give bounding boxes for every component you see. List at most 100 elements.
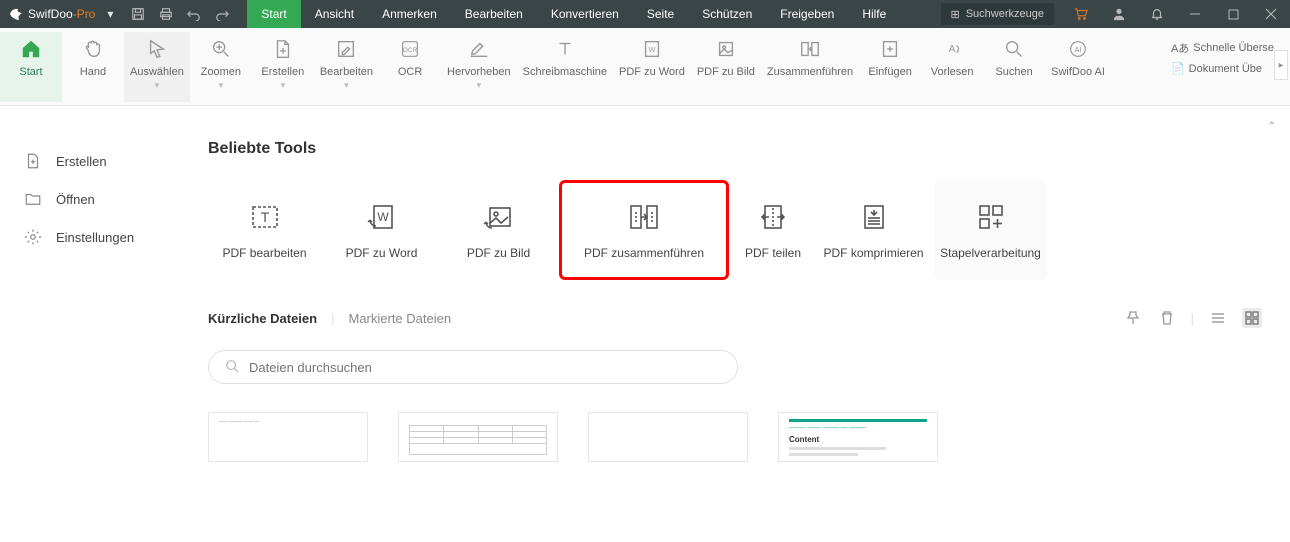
menu-konvertieren[interactable]: Konvertieren xyxy=(537,0,633,28)
tool-to-word[interactable]: W PDF zu Word xyxy=(325,180,438,280)
sidebar-create[interactable]: Erstellen xyxy=(0,142,200,180)
list-view-icon[interactable] xyxy=(1208,308,1228,328)
app-logo: SwifDoo-Pro xyxy=(8,6,95,22)
split-pages-icon xyxy=(756,200,790,234)
file-search[interactable] xyxy=(208,350,738,384)
ribbon-ai[interactable]: AI SwifDoo AI xyxy=(1045,32,1111,102)
action-separator: | xyxy=(1191,311,1194,326)
sidebar-label: Öffnen xyxy=(56,192,95,207)
hand-icon xyxy=(80,36,106,62)
ribbon-ocr[interactable]: OCR OCR xyxy=(379,32,441,102)
menu-start[interactable]: Start xyxy=(247,0,300,28)
file-thumb[interactable] xyxy=(398,412,558,462)
save-icon[interactable] xyxy=(125,0,151,28)
menubar: Start Ansicht Anmerken Bearbeiten Konver… xyxy=(247,0,900,28)
menu-freigeben[interactable]: Freigeben xyxy=(766,0,848,28)
tool-merge-pdf[interactable]: PDF zusammenführen xyxy=(559,180,729,280)
word-icon: W xyxy=(639,36,665,62)
file-plus-icon xyxy=(24,152,42,170)
tool-batch[interactable]: Stapelverarbeitung xyxy=(934,180,1047,280)
file-thumb[interactable] xyxy=(588,412,748,462)
ribbon-merge[interactable]: Zusammenführen xyxy=(761,32,859,102)
pin-icon[interactable] xyxy=(1123,308,1143,328)
sidebar-settings[interactable]: Einstellungen xyxy=(0,218,200,256)
ribbon-label: Start xyxy=(19,66,42,79)
file-thumb[interactable]: ––––– –––– ––––– –– ––––– Content xyxy=(778,412,938,462)
ribbon-scroll-right[interactable]: ▸ xyxy=(1274,50,1288,80)
menu-seite[interactable]: Seite xyxy=(633,0,688,28)
ribbon-collapse[interactable]: ⌃ xyxy=(1268,121,1276,132)
print-icon[interactable] xyxy=(153,0,179,28)
highlight-icon xyxy=(466,36,492,62)
gear-icon xyxy=(24,228,42,246)
doc-translate-button[interactable]: 📄Dokument Übe xyxy=(1165,60,1280,77)
to-image-icon xyxy=(482,200,516,234)
swifdoo-logo-icon xyxy=(8,6,24,22)
redo-icon[interactable] xyxy=(209,0,235,28)
search-tools[interactable]: ⊞ Suchwerkzeuge xyxy=(941,3,1055,25)
ribbon-typewriter[interactable]: Schreibmaschine xyxy=(517,32,613,102)
search-tools-label: Suchwerkzeuge xyxy=(966,8,1044,20)
quick-translate-button[interactable]: AあSchnelle Überse xyxy=(1165,38,1280,58)
ribbon-create[interactable]: Erstellen▾ xyxy=(252,32,314,102)
ribbon-label: SwifDoo AI xyxy=(1051,66,1105,79)
svg-text:T: T xyxy=(260,209,269,225)
ribbon-label: Auswählen xyxy=(130,66,184,79)
app-name: SwifDoo-Pro xyxy=(28,7,95,21)
ribbon-zoom[interactable]: Zoomen▾ xyxy=(190,32,252,102)
image-icon xyxy=(713,36,739,62)
ribbon-to-word[interactable]: W PDF zu Word xyxy=(613,32,691,102)
tool-label: PDF komprimieren xyxy=(823,246,923,260)
trash-icon[interactable] xyxy=(1157,308,1177,328)
tab-marked-files[interactable]: Markierte Dateien xyxy=(348,311,451,326)
tool-edit-pdf[interactable]: T PDF bearbeiten xyxy=(208,180,321,280)
ribbon-label: Suchen xyxy=(995,66,1032,79)
tool-compress-pdf[interactable]: PDF komprimieren xyxy=(817,180,930,280)
grid-view-icon[interactable] xyxy=(1242,308,1262,328)
folder-icon xyxy=(24,190,42,208)
doc-translate-icon: 📄 xyxy=(1171,62,1185,75)
ribbon-right: AあSchnelle Überse 📄Dokument Übe xyxy=(1165,32,1290,77)
tool-to-image[interactable]: PDF zu Bild xyxy=(442,180,555,280)
dropdown-toggle[interactable]: ▾ xyxy=(97,0,123,28)
translate-icon: Aあ xyxy=(1171,40,1189,56)
file-search-input[interactable] xyxy=(249,360,721,375)
ribbon-hand[interactable]: Hand xyxy=(62,32,124,102)
tool-label: Stapelverarbeitung xyxy=(940,246,1041,260)
typewriter-icon xyxy=(552,36,578,62)
ribbon-to-img[interactable]: PDF zu Bild xyxy=(691,32,761,102)
to-word-icon: W xyxy=(365,200,399,234)
menu-schuetzen[interactable]: Schützen xyxy=(688,0,766,28)
undo-icon[interactable] xyxy=(181,0,207,28)
insert-icon xyxy=(877,36,903,62)
tool-label: PDF zusammenführen xyxy=(584,246,704,260)
window-maximize[interactable] xyxy=(1214,0,1252,28)
ribbon-edit[interactable]: Bearbeiten▾ xyxy=(314,32,379,102)
ribbon-start[interactable]: Start xyxy=(0,32,62,102)
compress-icon xyxy=(857,200,891,234)
ribbon-select[interactable]: Auswählen▾ xyxy=(124,32,190,102)
menu-bearbeiten[interactable]: Bearbeiten xyxy=(451,0,537,28)
search-icon xyxy=(225,359,239,376)
merge-icon xyxy=(797,36,823,62)
tool-split-pdf[interactable]: PDF teilen xyxy=(733,180,813,280)
tab-recent-files[interactable]: Kürzliche Dateien xyxy=(208,311,317,326)
user-icon[interactable] xyxy=(1100,0,1138,28)
ribbon-search[interactable]: Suchen xyxy=(983,32,1045,102)
ribbon-read[interactable]: A Vorlesen xyxy=(921,32,983,102)
ribbon-label: PDF zu Word xyxy=(619,66,685,79)
window-minimize[interactable] xyxy=(1176,0,1214,28)
file-thumb[interactable]: ––– ––––– ––– –– xyxy=(208,412,368,462)
files-tabs: Kürzliche Dateien | Markierte Dateien | xyxy=(208,308,1262,328)
sidebar-open[interactable]: Öffnen xyxy=(0,180,200,218)
window-close[interactable] xyxy=(1252,0,1290,28)
bell-icon[interactable] xyxy=(1138,0,1176,28)
ribbon-highlight[interactable]: Hervorheben▾ xyxy=(441,32,517,102)
ribbon-insert[interactable]: Einfügen xyxy=(859,32,921,102)
menu-anmerken[interactable]: Anmerken xyxy=(368,0,451,28)
titlebar: SwifDoo-Pro ▾ Start Ansicht Anmerken Bea… xyxy=(0,0,1290,28)
menu-hilfe[interactable]: Hilfe xyxy=(848,0,900,28)
menu-ansicht[interactable]: Ansicht xyxy=(301,0,368,28)
cart-icon[interactable] xyxy=(1062,0,1100,28)
zoom-icon xyxy=(208,36,234,62)
